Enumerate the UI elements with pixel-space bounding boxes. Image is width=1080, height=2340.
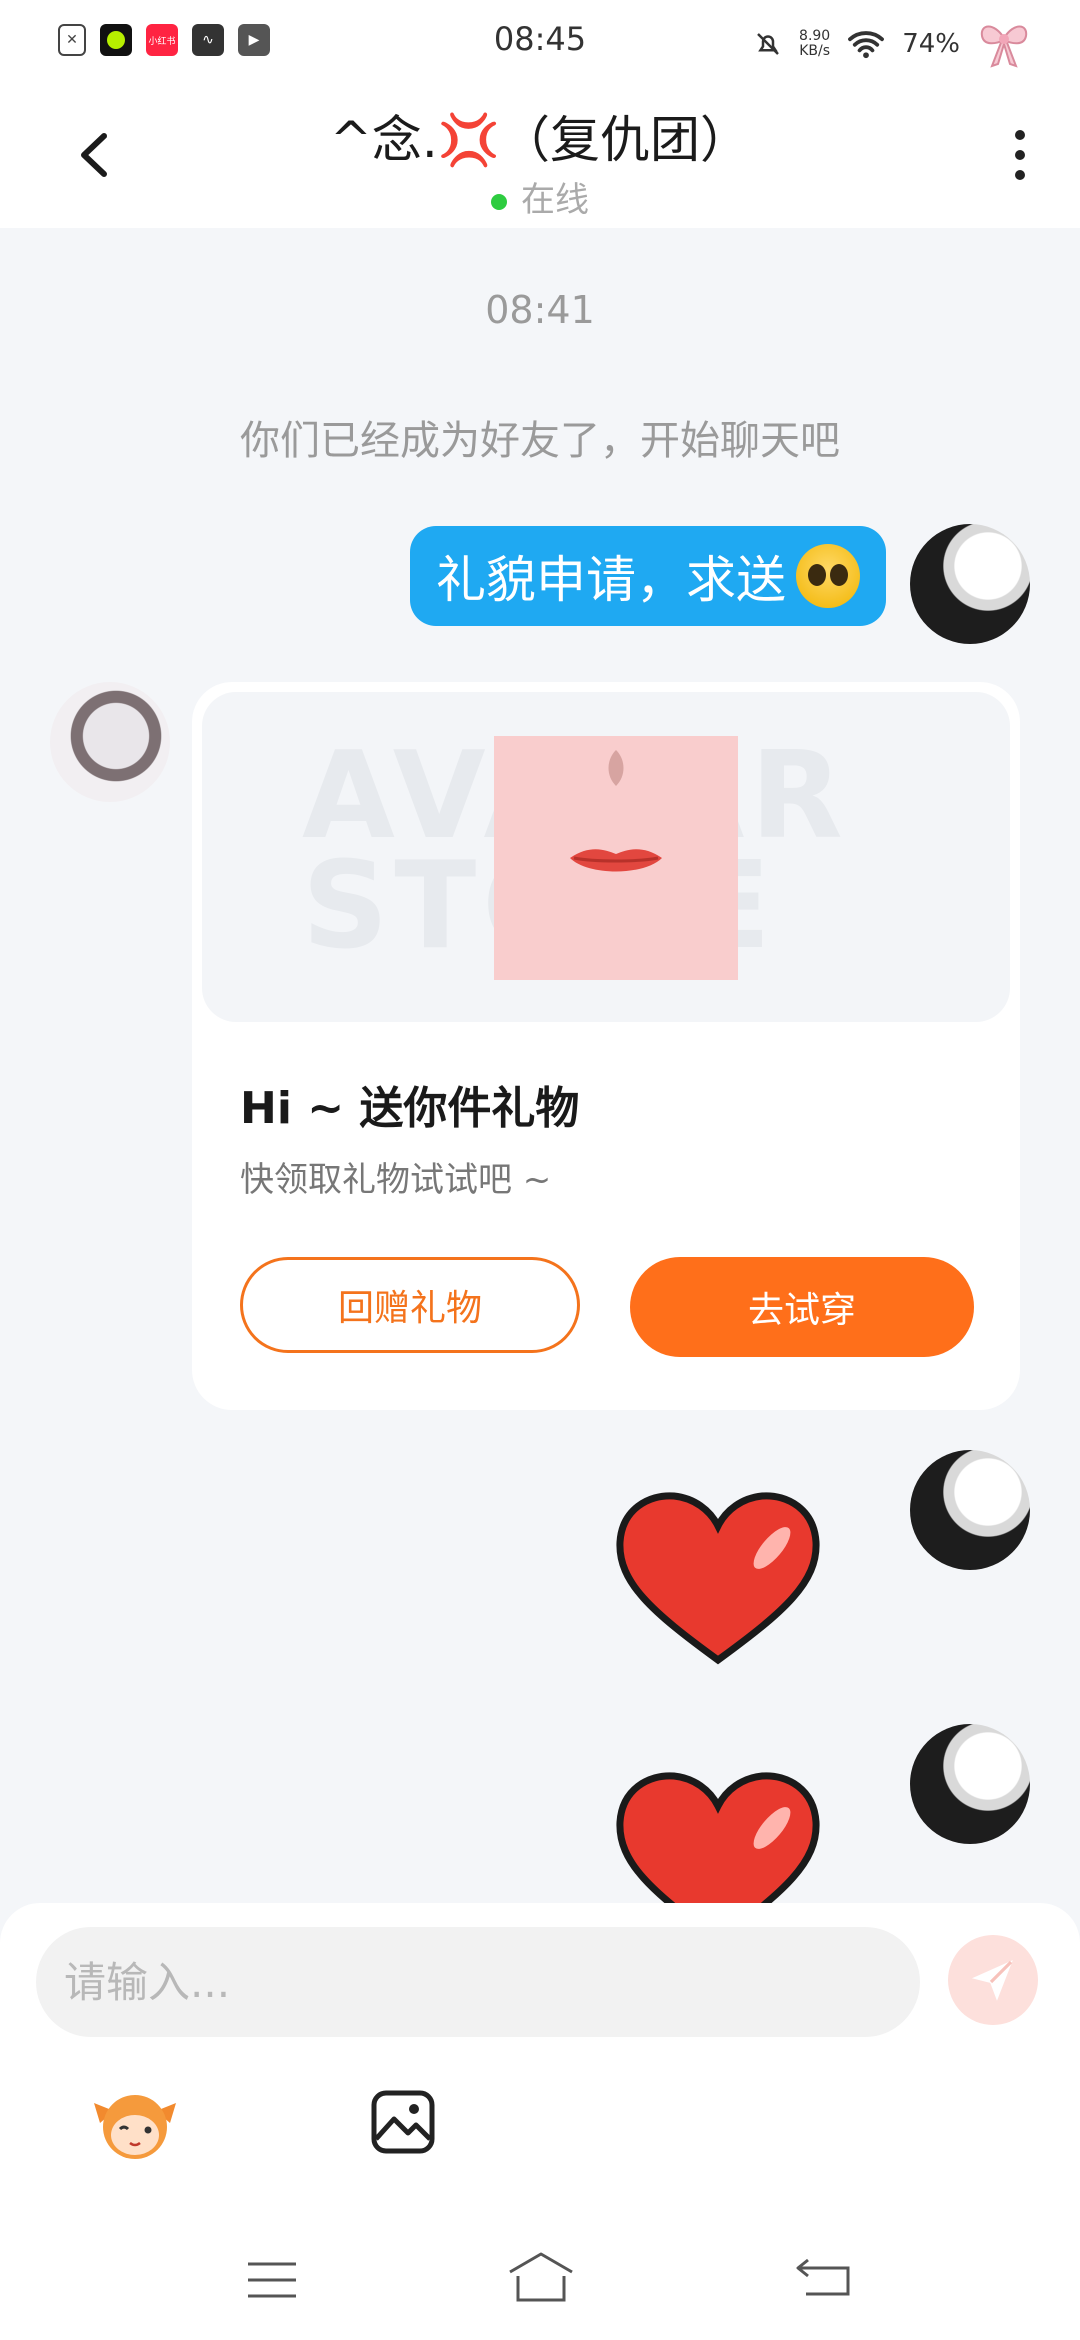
- wifi-icon: [848, 31, 885, 59]
- recent-apps-button[interactable]: [246, 2260, 298, 2300]
- emoji-mascot-button[interactable]: [90, 2083, 180, 2163]
- input-panel: [0, 1903, 1080, 2340]
- more-dot-icon: [1015, 130, 1025, 140]
- lips-icon: [570, 750, 662, 872]
- net-speed-unit: KB/s: [799, 43, 831, 59]
- message-input[interactable]: [36, 1927, 920, 2037]
- pleading-face-emoji-icon: [796, 544, 860, 608]
- more-options-button[interactable]: [1000, 120, 1040, 190]
- mute-bell-icon: [757, 33, 779, 55]
- heart-sticker-icon[interactable]: [612, 1490, 824, 1670]
- system-back-button[interactable]: [796, 2254, 852, 2298]
- online-status: 在线: [0, 172, 1080, 221]
- gift-preview: AVATAR STORE: [202, 692, 1010, 1022]
- status-bar: ✕ 小红书 ∿ ▶ 08:45 8.90 KB/s 74%: [0, 0, 1080, 80]
- chat-title: ^念.💢（复仇团）: [329, 111, 751, 169]
- chat-area[interactable]: 08:41 你们已经成为好友了，开始聊天吧 礼貌申请，求送 AVATAR STO…: [0, 228, 1080, 1903]
- gift-card[interactable]: AVATAR STORE Hi ~ 送你件礼物 快领取礼物试试吧 ~ 回赠礼物 …: [192, 682, 1020, 1410]
- return-gift-button[interactable]: 回赠礼物: [240, 1257, 580, 1353]
- system-navigation-bar: [0, 2220, 1080, 2340]
- send-button[interactable]: [948, 1935, 1038, 2025]
- battery-level: 74%: [902, 29, 960, 59]
- outgoing-message-bubble[interactable]: 礼貌申请，求送: [410, 526, 886, 626]
- gift-subtitle: 快领取礼物试试吧 ~: [240, 1160, 552, 1200]
- bow-icon: [980, 25, 1028, 68]
- heart-sticker-icon[interactable]: [612, 1770, 824, 1903]
- home-button[interactable]: [506, 2250, 576, 2304]
- more-dot-icon: [1015, 150, 1025, 160]
- more-dot-icon: [1015, 170, 1025, 180]
- image-picker-button[interactable]: [370, 2089, 436, 2155]
- send-icon: [971, 1960, 1013, 2001]
- net-speed-value: 8.90: [799, 28, 831, 44]
- gift-title: Hi ~ 送你件礼物: [240, 1083, 580, 1134]
- system-message: 你们已经成为好友了，开始聊天吧: [240, 418, 840, 464]
- my-avatar[interactable]: [910, 1450, 1030, 1570]
- status-right: 8.90 KB/s 74%: [753, 18, 1032, 70]
- message-timestamp: 08:41: [485, 288, 595, 332]
- try-on-button[interactable]: 去试穿: [630, 1257, 974, 1357]
- chat-header: ^念.💢（复仇团） 在线: [0, 80, 1080, 228]
- online-status-label: 在线: [521, 180, 589, 220]
- outgoing-message-text: 礼貌申请，求送: [436, 551, 786, 609]
- net-speed: 8.90 KB/s: [799, 29, 830, 59]
- my-avatar[interactable]: [910, 524, 1030, 644]
- online-dot-icon: [491, 193, 507, 210]
- my-avatar[interactable]: [910, 1724, 1030, 1844]
- contact-avatar[interactable]: [50, 682, 170, 802]
- gift-item-image: [494, 736, 738, 980]
